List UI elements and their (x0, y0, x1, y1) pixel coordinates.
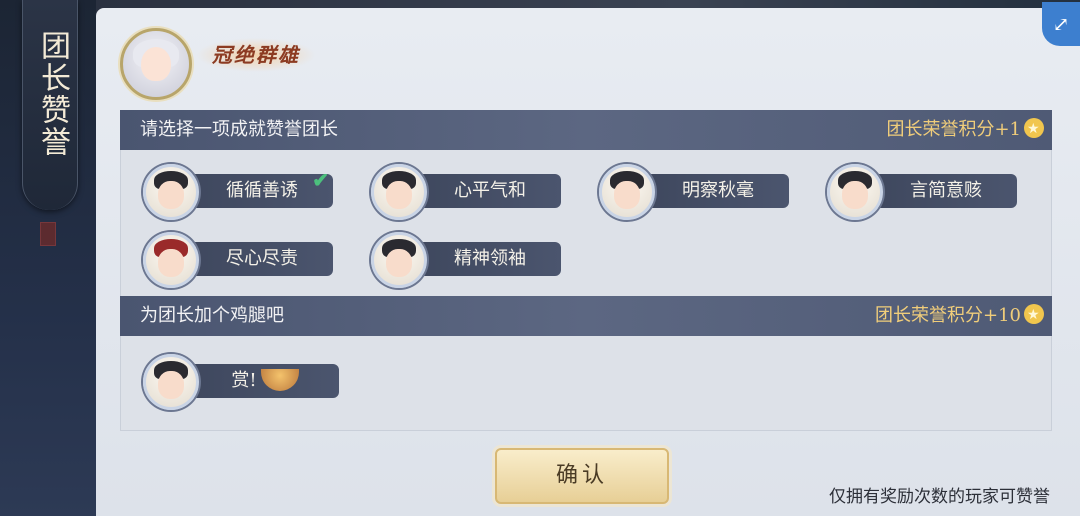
option-drumstick[interactable]: 赏! (143, 354, 339, 410)
option-achievement[interactable]: 尽心尽责 (143, 232, 333, 288)
seal-icon (40, 222, 56, 246)
star-icon (1024, 109, 1044, 149)
leader-avatar (120, 28, 192, 100)
confirm-button[interactable]: 确认 (495, 448, 669, 504)
reward-label: 团长荣誉积分+1 (886, 109, 1044, 150)
character-avatar (143, 164, 199, 220)
sidebar-title: 团长赞誉 (35, 30, 70, 158)
character-avatar (599, 164, 655, 220)
option-label: 尽心尽责 (226, 248, 298, 269)
section-body: 赏! (120, 336, 1052, 431)
reward-section: 为团长加个鸡腿吧 团长荣誉积分+10 赏! (120, 295, 1052, 431)
option-achievement[interactable]: 明察秋毫 (599, 164, 789, 220)
title-badge: 冠绝群雄 (196, 38, 316, 72)
character-avatar (143, 354, 199, 410)
character-avatar (143, 232, 199, 288)
check-icon: ✔ (312, 168, 329, 192)
section-label: 请选择一项成就赞誉团长 (140, 119, 338, 140)
section-bar: 请选择一项成就赞誉团长 团长荣誉积分+1 (120, 109, 1052, 150)
option-label: 心平气和 (454, 180, 526, 201)
character-avatar (827, 164, 883, 220)
footer-note: 仅拥有奖励次数的玩家可赞誉 (829, 487, 1050, 507)
sidebar: 团长赞誉 (0, 0, 96, 516)
achievement-section: 请选择一项成就赞誉团长 团长荣誉积分+1 循循善诱 ✔ 心平气和 明察秋毫 言简… (120, 109, 1052, 297)
food-bowl-icon (260, 369, 299, 391)
option-achievement[interactable]: 心平气和 (371, 164, 561, 220)
character-avatar (371, 164, 427, 220)
option-label: 循循善诱 (226, 180, 298, 201)
option-achievement[interactable]: 精神领袖 (371, 232, 561, 288)
section-label: 为团长加个鸡腿吧 (140, 305, 284, 326)
option-achievement[interactable]: 循循善诱 ✔ (143, 164, 333, 220)
star-icon (1024, 295, 1044, 335)
option-label: 赏! (231, 370, 257, 391)
option-label: 明察秋毫 (682, 180, 754, 201)
section-body: 循循善诱 ✔ 心平气和 明察秋毫 言简意赅 尽心尽责 精神领袖 (120, 150, 1052, 297)
reward-label: 团长荣誉积分+10 (875, 295, 1044, 336)
option-label: 精神领袖 (454, 248, 526, 269)
option-label: 言简意赅 (910, 180, 982, 201)
section-bar: 为团长加个鸡腿吧 团长荣誉积分+10 (120, 295, 1052, 336)
expand-icon[interactable]: ⤢ (1042, 2, 1080, 46)
character-avatar (371, 232, 427, 288)
option-achievement[interactable]: 言简意赅 (827, 164, 1017, 220)
